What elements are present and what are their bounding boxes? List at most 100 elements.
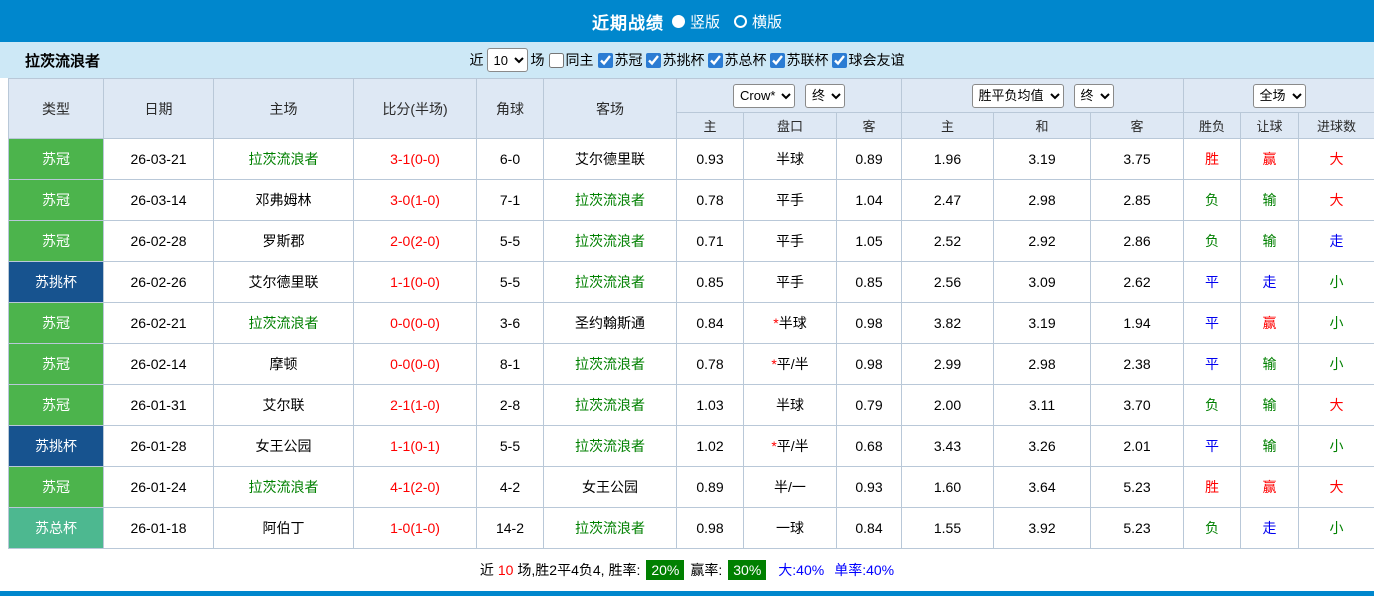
same-home-checkbox[interactable] <box>549 53 564 68</box>
euro-home-odds: 2.56 <box>902 262 994 303</box>
competition-badge: 苏挑杯 <box>9 262 104 303</box>
date-cell: 26-01-31 <box>104 385 214 426</box>
competition-checkbox[interactable] <box>770 53 785 68</box>
win-rate-badge: 20% <box>646 560 684 580</box>
competition-checkbox[interactable] <box>708 53 723 68</box>
competition-checkbox[interactable] <box>832 53 847 68</box>
competition-badge: 苏冠 <box>9 344 104 385</box>
away-team-cell: 拉茨流浪者 <box>544 180 677 221</box>
euro-away-odds: 3.70 <box>1091 385 1184 426</box>
result-cell: 平 <box>1184 344 1241 385</box>
goals-cell: 大 <box>1299 180 1374 221</box>
away-team-cell: 圣约翰斯通 <box>544 303 677 344</box>
europe-time-select[interactable]: 终 <box>1074 84 1114 108</box>
handicap-cell: 平手 <box>744 180 837 221</box>
europe-odds-select[interactable]: 胜平负均值 <box>972 84 1064 108</box>
goals-cell: 小 <box>1299 508 1374 549</box>
layout-radio-group: 竖版横版 <box>672 11 782 32</box>
handicap-cell: 平手 <box>744 221 837 262</box>
period-select[interactable]: 全场 <box>1253 84 1306 108</box>
corner-cell: 7-1 <box>477 180 544 221</box>
euro-away-odds: 2.85 <box>1091 180 1184 221</box>
away-team-cell: 艾尔德里联 <box>544 139 677 180</box>
corner-cell: 6-0 <box>477 139 544 180</box>
euro-draw-odds: 3.26 <box>994 426 1091 467</box>
table-row: 苏冠26-01-31艾尔联2-1(1-0)2-8拉茨流浪者1.03半球0.792… <box>9 385 1374 426</box>
euro-home-odds: 2.52 <box>902 221 994 262</box>
competition-badge: 苏挑杯 <box>9 426 104 467</box>
result-cell: 平 <box>1184 303 1241 344</box>
summary-count: 10 <box>498 562 514 578</box>
bottom-strip <box>0 591 1374 596</box>
subcol-goals: 进球数 <box>1299 113 1374 139</box>
home-team-cell: 拉茨流浪者 <box>214 467 354 508</box>
corner-cell: 5-5 <box>477 221 544 262</box>
home-team-cell: 女王公园 <box>214 426 354 467</box>
handicap-cell: *半球 <box>744 303 837 344</box>
near-label: 近 <box>470 50 484 70</box>
euro-away-odds: 3.75 <box>1091 139 1184 180</box>
filter-controls: 近 10 场 同主 苏冠苏挑杯苏总杯苏联杯球会友谊 <box>470 48 905 72</box>
result-group-header: 全场 <box>1184 79 1374 113</box>
euro-away-odds: 5.23 <box>1091 508 1184 549</box>
asia-away-odds: 1.05 <box>837 221 902 262</box>
competition-filters: 苏冠苏挑杯苏总杯苏联杯球会友谊 <box>597 50 905 70</box>
euro-draw-odds: 3.09 <box>994 262 1091 303</box>
competition-filter[interactable]: 苏冠 <box>597 50 643 70</box>
corner-cell: 8-1 <box>477 344 544 385</box>
table-row: 苏冠26-01-24拉茨流浪者4-1(2-0)4-2女王公园0.89半/一0.9… <box>9 467 1374 508</box>
layout-radio-option[interactable]: 横版 <box>734 11 782 32</box>
handicap-star-mark: * <box>771 356 776 372</box>
handicap-cell: 半/一 <box>744 467 837 508</box>
match-count-select[interactable]: 10 <box>487 48 528 72</box>
subcol-handicap-result: 让球 <box>1241 113 1299 139</box>
layout-radio-option[interactable]: 竖版 <box>672 11 720 32</box>
handicap-result-cell: 输 <box>1241 344 1299 385</box>
competition-filter[interactable]: 球会友谊 <box>831 50 905 70</box>
competition-checkbox[interactable] <box>646 53 661 68</box>
asia-time-select[interactable]: 终 <box>805 84 845 108</box>
radio-icon[interactable] <box>672 15 685 28</box>
date-cell: 26-02-21 <box>104 303 214 344</box>
asia-home-odds: 0.85 <box>677 262 744 303</box>
date-cell: 26-03-21 <box>104 139 214 180</box>
competition-badge: 苏冠 <box>9 180 104 221</box>
handicap-cell: 平手 <box>744 262 837 303</box>
header-group-row: 类型 日期 主场 比分(半场) 角球 客场 Crow* 终 胜平负均值 终 全场 <box>9 79 1374 113</box>
radio-icon[interactable] <box>734 15 747 28</box>
asia-home-odds: 0.84 <box>677 303 744 344</box>
euro-home-odds: 2.99 <box>902 344 994 385</box>
euro-home-odds: 3.43 <box>902 426 994 467</box>
score-cell: 4-1(2-0) <box>354 467 477 508</box>
results-table: 类型 日期 主场 比分(半场) 角球 客场 Crow* 终 胜平负均值 终 全场 <box>8 78 1374 549</box>
goals-cell: 大 <box>1299 139 1374 180</box>
odds-company-select[interactable]: Crow* <box>733 84 795 108</box>
competition-checkbox[interactable] <box>598 53 613 68</box>
euro-away-odds: 2.01 <box>1091 426 1184 467</box>
euro-away-odds: 2.62 <box>1091 262 1184 303</box>
same-home-label: 同主 <box>566 50 594 70</box>
handicap-cell: 一球 <box>744 508 837 549</box>
corner-cell: 2-8 <box>477 385 544 426</box>
euro-draw-odds: 3.19 <box>994 139 1091 180</box>
handicap-result-cell: 输 <box>1241 426 1299 467</box>
handicap-result-cell: 走 <box>1241 508 1299 549</box>
asia-away-odds: 0.98 <box>837 344 902 385</box>
competition-badge: 苏冠 <box>9 467 104 508</box>
euro-away-odds: 5.23 <box>1091 467 1184 508</box>
home-team-cell: 拉茨流浪者 <box>214 303 354 344</box>
same-home-filter[interactable]: 同主 <box>548 50 594 70</box>
goals-cell: 小 <box>1299 262 1374 303</box>
competition-filter[interactable]: 苏联杯 <box>769 50 829 70</box>
competition-filter[interactable]: 苏挑杯 <box>645 50 705 70</box>
score-cell: 0-0(0-0) <box>354 303 477 344</box>
corner-cell: 14-2 <box>477 508 544 549</box>
competition-filter[interactable]: 苏总杯 <box>707 50 767 70</box>
away-team-cell: 拉茨流浪者 <box>544 508 677 549</box>
asia-home-odds: 0.98 <box>677 508 744 549</box>
score-cell: 3-0(1-0) <box>354 180 477 221</box>
filter-bar: 拉茨流浪者 近 10 场 同主 苏冠苏挑杯苏总杯苏联杯球会友谊 <box>0 42 1374 78</box>
summary-near-label: 近 <box>480 560 494 580</box>
handicap-cell: 半球 <box>744 385 837 426</box>
team-name: 拉茨流浪者 <box>25 50 100 71</box>
